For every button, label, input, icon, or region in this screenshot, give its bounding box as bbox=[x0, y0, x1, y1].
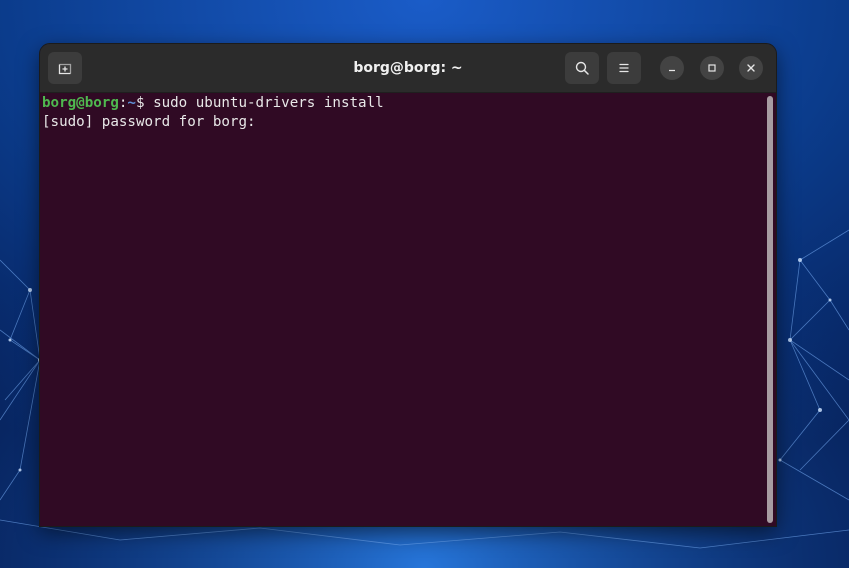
password-prompt: [sudo] password for borg: bbox=[42, 114, 265, 130]
minimize-button[interactable] bbox=[660, 56, 684, 80]
search-icon bbox=[575, 61, 589, 75]
minimize-icon bbox=[669, 69, 675, 72]
prompt-user: borg@borg bbox=[42, 95, 119, 111]
prompt-symbol: $ bbox=[135, 95, 154, 111]
hamburger-menu-icon bbox=[619, 63, 629, 73]
menu-button[interactable] bbox=[607, 52, 641, 84]
titlebar: borg@borg: ~ bbox=[40, 44, 776, 93]
prompt-path: ~ bbox=[127, 95, 136, 111]
scrollbar[interactable] bbox=[767, 96, 773, 523]
command-line: borg@borg:~$ sudo ubuntu-drivers install bbox=[42, 94, 774, 113]
terminal-output[interactable]: borg@borg:~$ sudo ubuntu-drivers install… bbox=[40, 93, 776, 526]
close-icon bbox=[747, 64, 755, 72]
maximize-icon bbox=[708, 64, 716, 72]
search-button[interactable] bbox=[565, 52, 599, 84]
command-text: sudo ubuntu-drivers install bbox=[153, 95, 384, 111]
terminal-window: borg@borg: ~ borg@borg:~$ sudo ubuntu-dr… bbox=[39, 43, 777, 527]
output-line: [sudo] password for borg: bbox=[42, 113, 774, 132]
maximize-button[interactable] bbox=[700, 56, 724, 80]
close-button[interactable] bbox=[739, 56, 763, 80]
